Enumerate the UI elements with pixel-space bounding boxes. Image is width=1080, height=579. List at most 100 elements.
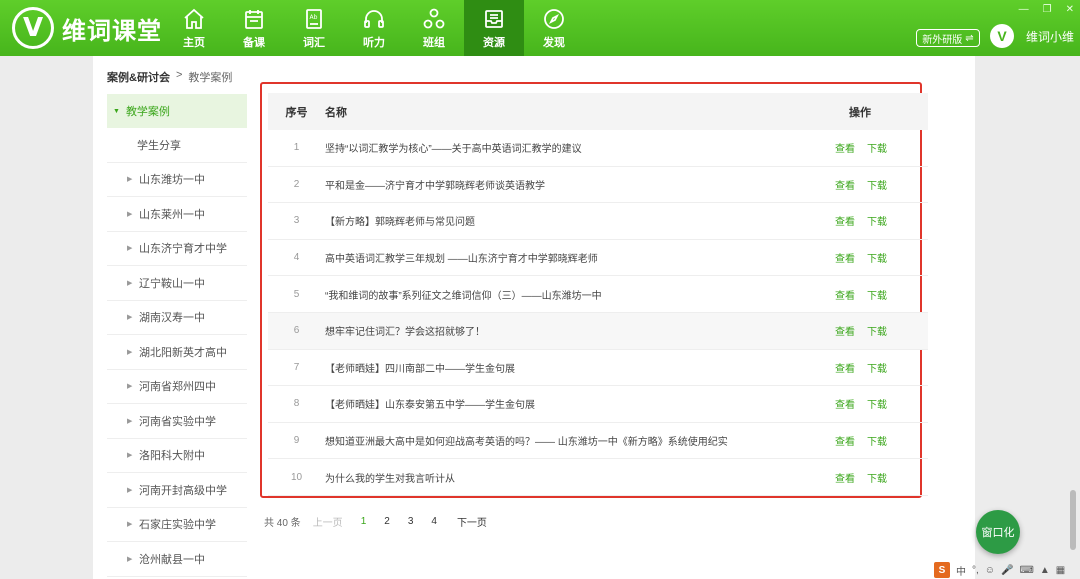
chevron-right-icon: ▶ bbox=[127, 348, 133, 356]
emoji-icon[interactable]: ☺ bbox=[985, 565, 995, 576]
row-actions: 查看 下载 bbox=[835, 396, 915, 411]
sidebar-item-school[interactable]: ▶ 山东潍坊一中 bbox=[107, 163, 247, 197]
sidebar-item-teaching-cases[interactable]: ▼ 教学案例 bbox=[107, 94, 247, 128]
chevron-right-icon: ▶ bbox=[127, 210, 133, 218]
view-button[interactable]: 查看 bbox=[835, 140, 855, 155]
row-name: 高中英语词汇教学三年规划 ——山东济宁育才中学郭晓辉老师 bbox=[325, 254, 598, 266]
nav-vocab[interactable]: Ab 词汇 bbox=[284, 0, 344, 56]
table-row: 2 平和是金——济宁育才中学郭晓辉老师谈英语教学 查看 下载 bbox=[268, 167, 928, 204]
sidebar-item-school[interactable]: ▶ 沧州献县一中 bbox=[107, 542, 247, 577]
sidebar-item-label: 河南省郑州四中 bbox=[139, 381, 216, 394]
app-logo[interactable]: V 维词课堂 bbox=[12, 6, 162, 50]
row-no: 6 bbox=[293, 325, 300, 337]
table-header: 序号 名称 操作 bbox=[268, 93, 928, 130]
chevron-right-icon: ▶ bbox=[127, 383, 133, 391]
sidebar-item-school[interactable]: ▶ 河南省郑州四中 bbox=[107, 370, 247, 404]
download-button[interactable]: 下载 bbox=[867, 140, 887, 155]
view-button[interactable]: 查看 bbox=[835, 323, 855, 338]
nav-home[interactable]: 主页 bbox=[164, 0, 224, 56]
view-button[interactable]: 查看 bbox=[835, 396, 855, 411]
row-name: 【老师晒娃】山东泰安第五中学——学生金句展 bbox=[325, 400, 535, 412]
minimize-icon[interactable]: — bbox=[1019, 4, 1029, 15]
table-row: 8 【老师晒娃】山东泰安第五中学——学生金句展 查看 下载 bbox=[268, 386, 928, 423]
header-no: 序号 bbox=[285, 106, 308, 119]
download-button[interactable]: 下载 bbox=[867, 470, 887, 485]
sidebar-item-school[interactable]: ▶ 石家庄实验中学 bbox=[107, 508, 247, 542]
mic-icon[interactable]: 🎤 bbox=[1001, 565, 1013, 576]
sidebar-item-label: 湖北阳新英才高中 bbox=[139, 346, 227, 359]
sidebar-item-school[interactable]: ▶ 辽宁鞍山一中 bbox=[107, 266, 247, 301]
sidebar-item-label: 沧州献县一中 bbox=[139, 553, 205, 566]
row-name: 为什么我的学生对我言听计从 bbox=[325, 473, 455, 485]
download-button[interactable]: 下载 bbox=[867, 287, 887, 302]
view-button[interactable]: 查看 bbox=[835, 287, 855, 302]
view-button[interactable]: 查看 bbox=[835, 250, 855, 265]
page-number-button[interactable]: 3 bbox=[408, 516, 414, 527]
breadcrumb-root[interactable]: 案例&研讨会 bbox=[107, 69, 170, 85]
view-button[interactable]: 查看 bbox=[835, 213, 855, 228]
sidebar-item-student-share[interactable]: 学生分享 bbox=[107, 128, 247, 163]
keyboard-icon[interactable]: ⌨ bbox=[1019, 565, 1033, 576]
view-button[interactable]: 查看 bbox=[835, 433, 855, 448]
sogou-ime-icon[interactable]: S bbox=[934, 562, 950, 578]
nav-discover[interactable]: 发现 bbox=[524, 0, 584, 56]
windowed-mode-button[interactable]: 窗口化 bbox=[976, 510, 1020, 554]
skin-icon[interactable]: ▲ bbox=[1040, 565, 1050, 576]
nav-listening[interactable]: 听力 bbox=[344, 0, 404, 56]
table-row: 4 高中英语词汇教学三年规划 ——山东济宁育才中学郭晓辉老师 查看 下载 bbox=[268, 240, 928, 277]
sidebar-item-school[interactable]: ▶ 河南省实验中学 bbox=[107, 404, 247, 439]
grid-icon[interactable]: ▦ bbox=[1056, 565, 1065, 576]
restore-icon[interactable]: ❐ bbox=[1043, 4, 1052, 15]
table-row: 6 想牢牢记住词汇？学会这招就够了！ 查看 下载 bbox=[268, 312, 928, 350]
sidebar-item-school[interactable]: ▶ 山东济宁育才中学 bbox=[107, 232, 247, 266]
view-button[interactable]: 查看 bbox=[835, 360, 855, 375]
headphones-icon bbox=[364, 9, 384, 28]
prev-page-button[interactable]: 上一页 bbox=[313, 514, 343, 529]
nav-resources-label: 资源 bbox=[483, 36, 505, 49]
ime-punct[interactable]: °, bbox=[972, 565, 979, 576]
download-button[interactable]: 下载 bbox=[867, 213, 887, 228]
chevron-right-icon: ▶ bbox=[127, 555, 133, 563]
page-number-button[interactable]: 2 bbox=[384, 516, 390, 527]
nav-prepare-label: 备课 bbox=[243, 36, 265, 49]
nav-resources[interactable]: 资源 bbox=[464, 0, 524, 56]
vocab-book-icon: Ab bbox=[306, 8, 322, 29]
sidebar-item-school[interactable]: ▶ 洛阳科大附中 bbox=[107, 439, 247, 473]
next-page-button[interactable]: 下一页 bbox=[457, 514, 487, 529]
page-numbers: 1 2 3 4 bbox=[343, 516, 437, 527]
download-button[interactable]: 下载 bbox=[867, 177, 887, 192]
nav-group[interactable]: 班组 bbox=[404, 0, 464, 56]
download-button[interactable]: 下载 bbox=[867, 360, 887, 375]
sidebar-item-school[interactable]: ▶ 湖北阳新英才高中 bbox=[107, 335, 247, 370]
home-icon bbox=[184, 8, 204, 29]
sidebar: ▼ 教学案例 学生分享 ▶ 山东潍坊一中 ▶ 山东莱州一中 ▶ 山东济宁育才中学 ▶ 辽宁鞍山… bbox=[107, 94, 247, 577]
row-no: 2 bbox=[293, 178, 300, 190]
close-icon[interactable]: ✕ bbox=[1066, 4, 1074, 15]
sidebar-item-school[interactable]: ▶ 山东莱州一中 bbox=[107, 197, 247, 232]
sidebar-item-school[interactable]: ▶ 湖南汉寿一中 bbox=[107, 301, 247, 335]
resource-inbox-icon bbox=[485, 9, 503, 28]
row-actions: 查看 下载 bbox=[835, 323, 915, 338]
swap-icon: ⇌ bbox=[965, 32, 974, 44]
row-no: 5 bbox=[293, 288, 300, 300]
download-button[interactable]: 下载 bbox=[867, 323, 887, 338]
chevron-right-icon: ▶ bbox=[127, 176, 133, 184]
user-menu[interactable]: V 维词小维 bbox=[990, 24, 1074, 48]
ime-lang[interactable]: 中 bbox=[956, 563, 966, 578]
edition-switch-button[interactable]: 新外研版 ⇌ bbox=[916, 29, 980, 47]
download-button[interactable]: 下载 bbox=[867, 433, 887, 448]
sidebar-item-school[interactable]: ▶ 河南开封高级中学 bbox=[107, 473, 247, 508]
edition-label: 新外研版 bbox=[922, 34, 963, 46]
row-actions: 查看 下载 bbox=[835, 470, 915, 485]
sidebar-item-label: 洛阳科大附中 bbox=[139, 450, 205, 463]
window-controls: — ❐ ✕ bbox=[1019, 4, 1074, 15]
page-number-button[interactable]: 4 bbox=[431, 516, 437, 527]
view-button[interactable]: 查看 bbox=[835, 470, 855, 485]
download-button[interactable]: 下载 bbox=[867, 396, 887, 411]
view-button[interactable]: 查看 bbox=[835, 177, 855, 192]
row-no: 7 bbox=[293, 361, 300, 373]
nav-prepare[interactable]: 备课 bbox=[224, 0, 284, 56]
page-number-button[interactable]: 1 bbox=[361, 516, 367, 527]
scrollbar[interactable] bbox=[1070, 490, 1076, 550]
download-button[interactable]: 下载 bbox=[867, 250, 887, 265]
